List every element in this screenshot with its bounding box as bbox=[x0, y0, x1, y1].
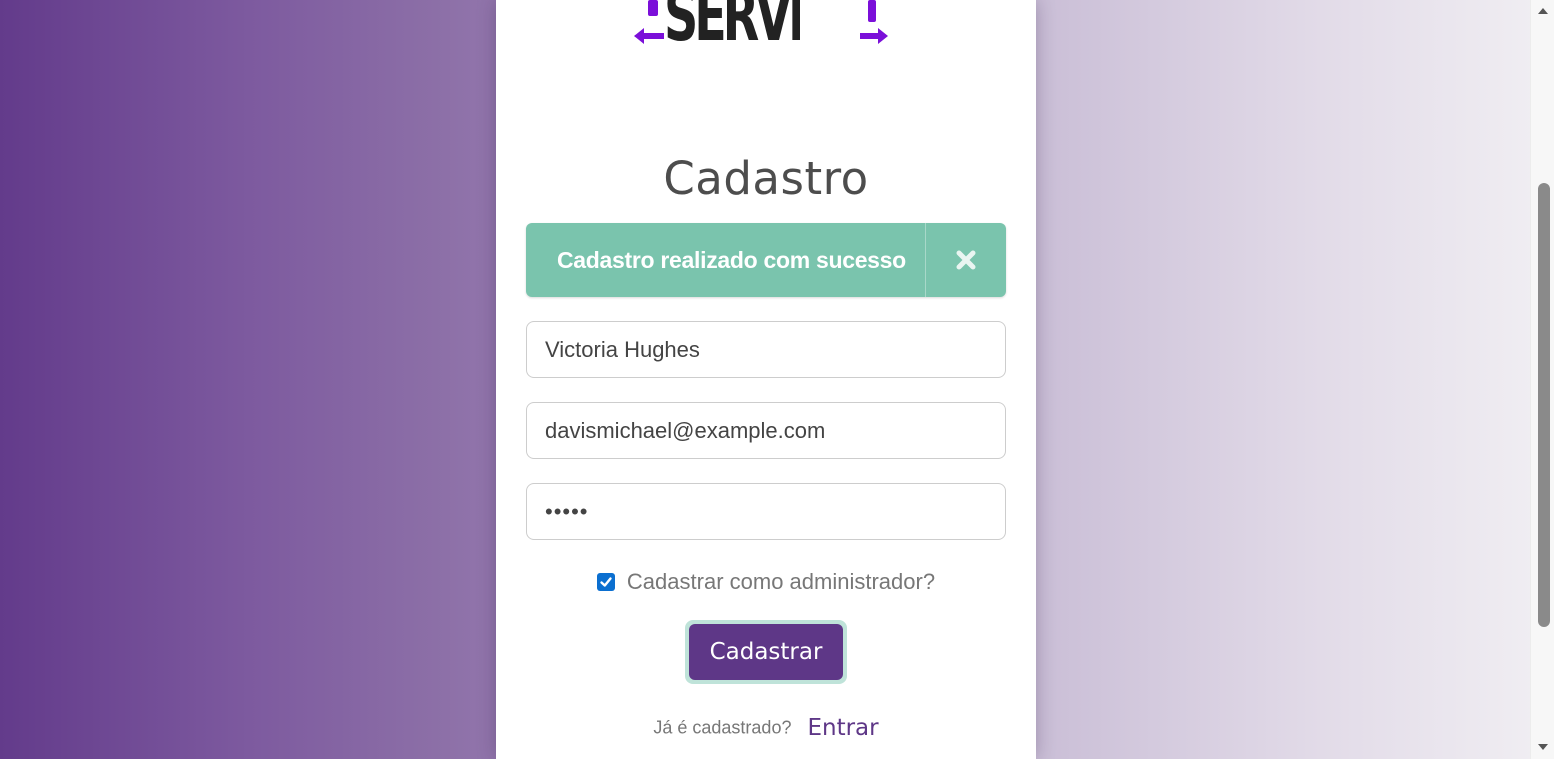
alert-close-button[interactable] bbox=[925, 223, 1006, 297]
login-link[interactable]: Entrar bbox=[807, 715, 878, 741]
page-background: SERVERES! Cadastro Cadastro realizado co… bbox=[0, 0, 1530, 759]
login-prompt-text: Já é cadastrado? bbox=[653, 717, 792, 738]
password-input[interactable] bbox=[526, 483, 1006, 540]
name-input[interactable] bbox=[526, 321, 1006, 378]
scrollbar-thumb[interactable] bbox=[1538, 183, 1550, 627]
admin-checkbox[interactable] bbox=[596, 573, 615, 591]
scroll-up-arrow-icon[interactable] bbox=[1536, 5, 1550, 17]
scroll-down-arrow-icon[interactable] bbox=[1536, 741, 1550, 753]
admin-checkbox-row: Cadastrar como administrador? bbox=[496, 566, 1036, 598]
submit-button[interactable]: Cadastrar bbox=[689, 624, 843, 680]
close-x-icon bbox=[956, 250, 976, 270]
logo-wordmark: SERVERES! bbox=[664, 0, 800, 52]
success-alert: Cadastro realizado com sucesso bbox=[526, 223, 1006, 297]
admin-checkbox-label[interactable]: Cadastrar como administrador? bbox=[627, 569, 935, 595]
brand-logo: SERVERES! bbox=[634, 0, 894, 56]
submit-button-focus-ring: Cadastrar bbox=[685, 620, 847, 684]
vertical-scrollbar[interactable] bbox=[1530, 0, 1554, 759]
alert-message: Cadastro realizado com sucesso bbox=[557, 247, 906, 273]
page-title: Cadastro bbox=[663, 152, 869, 205]
signup-card: SERVERES! Cadastro Cadastro realizado co… bbox=[496, 0, 1036, 759]
email-input[interactable] bbox=[526, 402, 1006, 459]
login-prompt-row: Já é cadastrado? Entrar bbox=[496, 715, 1036, 749]
checkmark-icon bbox=[600, 577, 612, 587]
